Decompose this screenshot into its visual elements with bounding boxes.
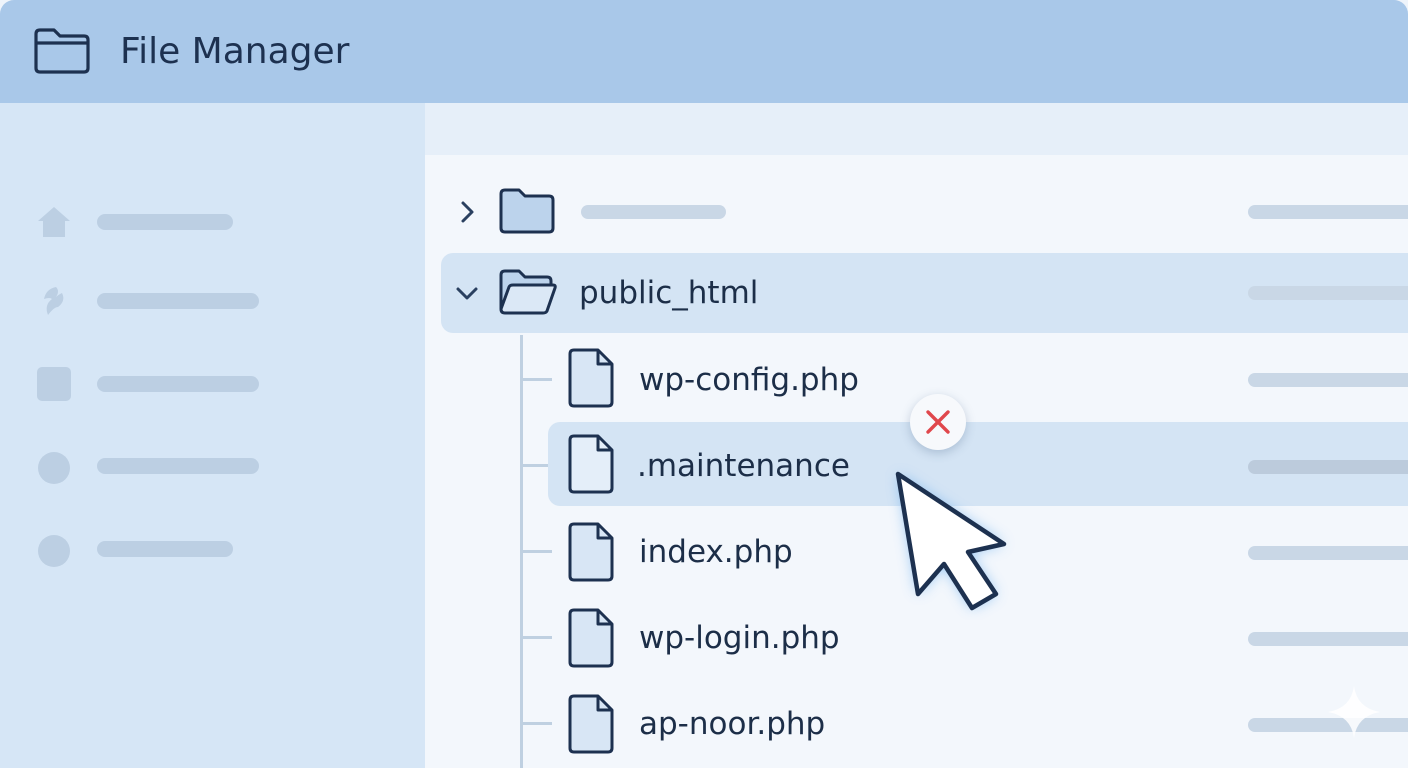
file-name: wp-config.php — [639, 362, 859, 398]
delete-button[interactable] — [910, 394, 966, 450]
app-title: File Manager — [120, 31, 350, 72]
sidebar-item-label — [97, 458, 259, 474]
file-meta-placeholder — [1248, 286, 1408, 300]
folder-name: public_html — [579, 275, 759, 311]
file-meta-placeholder — [1248, 205, 1408, 219]
file-icon — [568, 348, 614, 408]
tree-row-file[interactable]: ap-noor.php — [548, 680, 1408, 764]
pointer-cursor-icon — [895, 471, 1007, 611]
chevron-down-icon[interactable] — [453, 279, 481, 307]
file-name: wp-login.php — [639, 620, 840, 656]
circle-icon — [38, 452, 70, 484]
file-name: ap-noor.php — [639, 706, 826, 742]
sidebar-item-4[interactable] — [0, 444, 425, 488]
leaf-icon — [44, 287, 64, 315]
sparkle-icon — [1328, 686, 1380, 738]
file-icon — [568, 608, 614, 668]
file-icon — [568, 522, 614, 582]
square-icon — [37, 367, 71, 401]
close-icon — [926, 410, 950, 434]
sidebar-item-label — [97, 376, 259, 392]
folder-name-placeholder — [581, 205, 726, 219]
tree-row-public-html[interactable]: public_html — [441, 253, 1408, 333]
tree-row-folder-collapsed[interactable] — [441, 172, 1408, 252]
file-meta-placeholder — [1248, 546, 1408, 560]
sidebar-item-home[interactable] — [0, 200, 425, 244]
home-icon — [38, 207, 70, 237]
circle-icon — [38, 535, 70, 567]
folder-icon — [34, 28, 90, 74]
app-header: File Manager — [0, 0, 1408, 103]
sidebar-item-3[interactable] — [0, 362, 425, 406]
file-meta-placeholder — [1248, 460, 1408, 474]
sidebar-item-label — [97, 541, 233, 557]
file-name: .maintenance — [637, 448, 850, 484]
folder-open-icon — [499, 269, 557, 315]
file-icon — [568, 434, 614, 494]
folder-icon — [499, 188, 555, 234]
sidebar-item-5[interactable] — [0, 527, 425, 571]
file-meta-placeholder — [1248, 373, 1408, 387]
file-icon — [568, 694, 614, 754]
sidebar-item-label — [97, 293, 259, 309]
file-name: index.php — [639, 534, 793, 570]
sidebar-item-2[interactable] — [0, 279, 425, 323]
tree-row-file[interactable]: wp-config.php — [548, 336, 1408, 420]
sidebar-item-label — [97, 214, 233, 230]
chevron-right-icon[interactable] — [453, 198, 481, 226]
file-meta-placeholder — [1248, 632, 1408, 646]
